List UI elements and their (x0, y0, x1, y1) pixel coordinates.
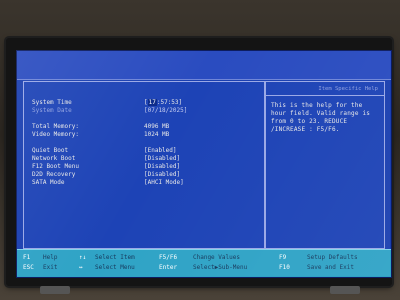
right-hinge (330, 286, 360, 294)
esc-key[interactable]: ESC (23, 264, 34, 272)
select-item-label: Select Item (95, 254, 135, 261)
key-legend-footer: F1 Help ESC Exit ↑↓ Select Item ↔ Select… (17, 249, 391, 277)
setup-defaults-label: Setup Defaults (307, 254, 358, 261)
system-date-value[interactable]: [07/18/2025] (144, 106, 187, 115)
video-memory-label: Video Memory: (32, 131, 79, 138)
bios-screen: System Time [17:57:53] System Date [07/1… (16, 50, 392, 278)
bios-title-strip (17, 51, 391, 80)
f1-key[interactable]: F1 (23, 254, 30, 262)
f10-key[interactable]: F10 (279, 264, 290, 272)
system-time-hour-field[interactable]: 17 (147, 99, 157, 106)
sata-mode-label: SATA Mode (32, 179, 65, 186)
change-values-label: Change Values (193, 254, 240, 261)
enter-key[interactable]: Enter (159, 264, 177, 272)
video-memory-value: 1024 MB (144, 131, 170, 138)
help-panel-text: This is the help for the hour field. Val… (271, 102, 371, 133)
f5-f6-key[interactable]: F5/F6 (159, 254, 177, 262)
sata-mode-row[interactable]: SATA Mode [AHCI Mode] (32, 178, 262, 187)
left-hinge (40, 286, 70, 294)
system-date-row[interactable]: System Date [07/18/2025] (32, 106, 262, 115)
main-settings-panel: System Time [17:57:53] System Date [07/1… (23, 81, 265, 249)
system-time-rest: :57:53] (156, 99, 183, 106)
f1-label: Help (43, 254, 58, 261)
f9-key[interactable]: F9 (279, 254, 286, 262)
esc-label: Exit (43, 264, 58, 271)
left-right-arrows-icon[interactable]: ↔ (79, 264, 83, 272)
select-sub-menu-label: Select▶Sub-Menu (193, 264, 248, 271)
video-memory-row: Video Memory: 1024 MB (32, 130, 262, 139)
select-menu-label: Select Menu (95, 264, 135, 271)
help-panel-header: Item Specific Help (266, 82, 384, 96)
sata-mode-value[interactable]: [AHCI Mode] (144, 178, 184, 187)
save-and-exit-label: Save and Exit (307, 264, 354, 271)
up-down-arrows-icon[interactable]: ↑↓ (79, 254, 86, 262)
system-date-label: System Date (32, 107, 72, 114)
item-help-panel: Item Specific Help This is the help for … (265, 81, 385, 249)
